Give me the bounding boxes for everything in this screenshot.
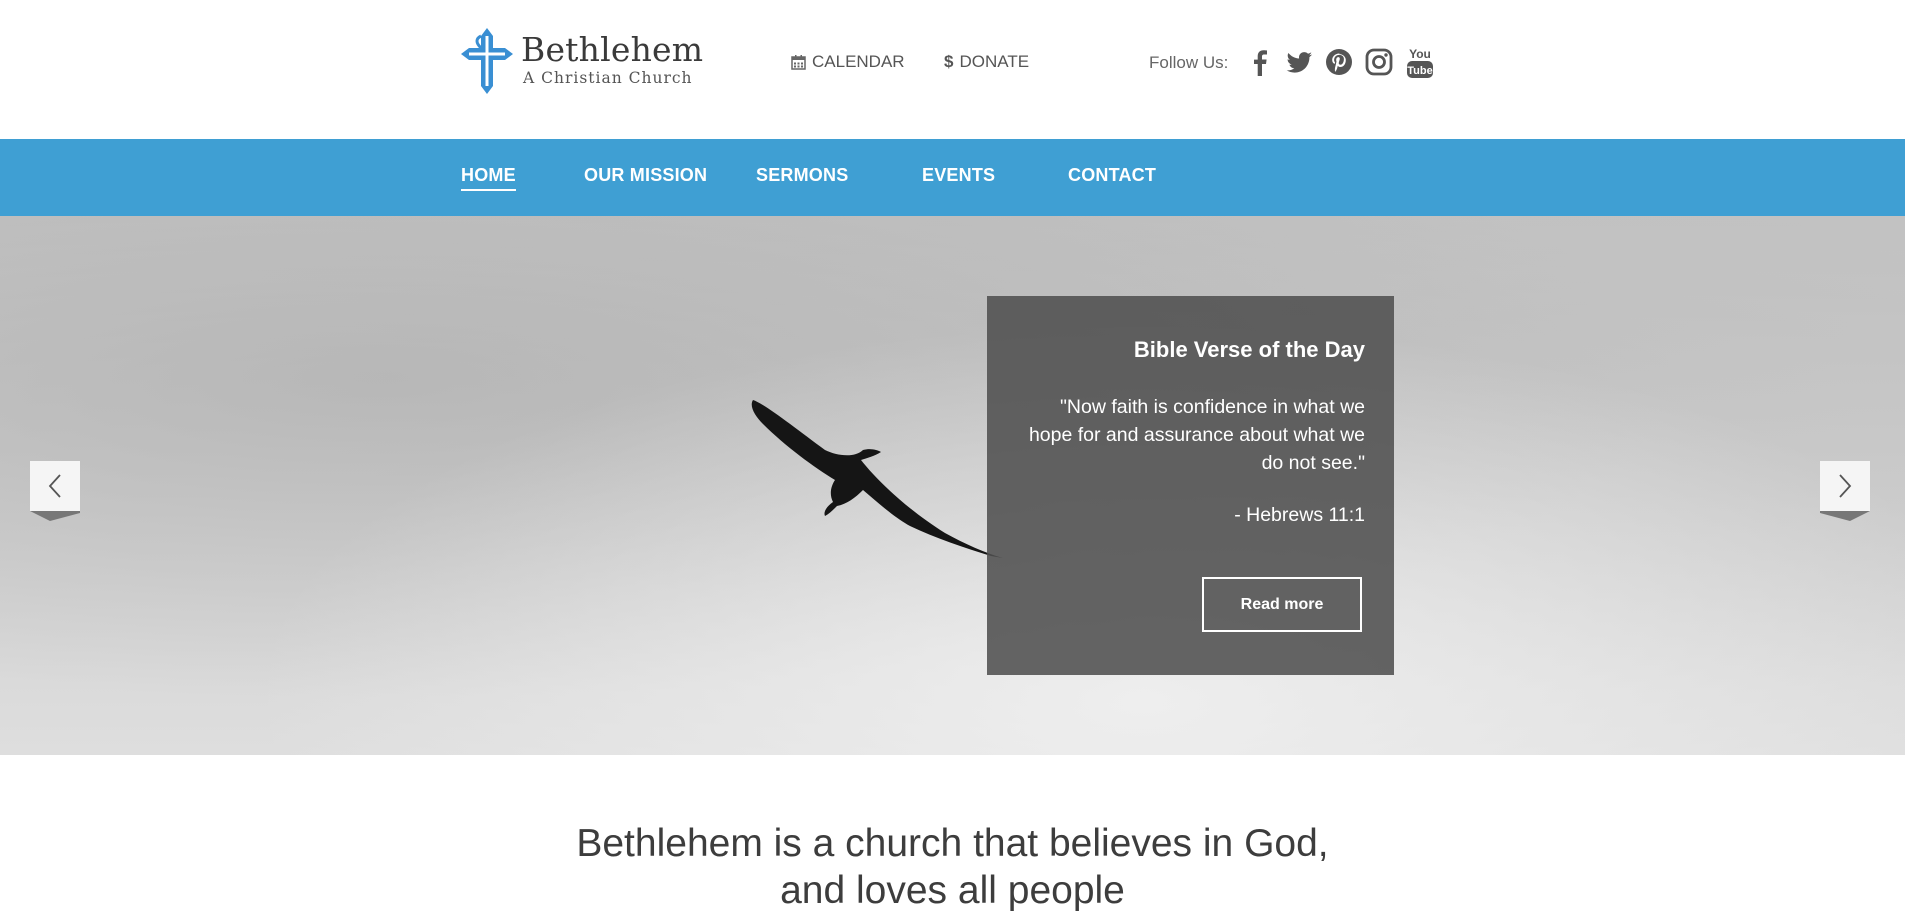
pinterest-icon[interactable]: [1324, 47, 1354, 77]
twitter-icon[interactable]: [1284, 47, 1314, 77]
facebook-icon[interactable]: [1245, 47, 1275, 77]
nav-item-events[interactable]: EVENTS: [922, 165, 995, 186]
donate-label: DONATE: [959, 52, 1030, 71]
slider-prev-button[interactable]: [30, 461, 80, 521]
arrow-shadow-icon: [30, 511, 80, 521]
intro-heading: Bethlehem is a church that believes in G…: [0, 820, 1905, 914]
calendar-icon: [791, 55, 806, 70]
chevron-left-icon: [48, 474, 61, 498]
main-nav: HOME OUR MISSION SERMONS EVENTS CONTACT: [0, 139, 1905, 216]
follow-us-label: Follow Us:: [1149, 53, 1229, 72]
calendar-label: CALENDAR: [812, 52, 905, 71]
intro-line-1: Bethlehem is a church that believes in G…: [576, 822, 1329, 865]
verse-title: Bible Verse of the Day: [1133, 337, 1365, 362]
brand-tagline: A Christian Church: [523, 69, 693, 87]
verse-text: "Now faith is confidence in what we hope…: [1028, 396, 1365, 474]
cross-logo-icon: [461, 28, 513, 94]
brand-name: Bethlehem: [521, 30, 704, 69]
verse-of-the-day-panel: Bible Verse of the Day "Now faith is con…: [987, 296, 1394, 675]
bird-image: [751, 400, 1003, 558]
youtube-bottom-text: Tube: [1407, 65, 1432, 77]
nav-item-contact[interactable]: CONTACT: [1068, 165, 1156, 186]
arrow-shadow-icon: [1820, 511, 1870, 521]
site-header: Bethlehem A Christian Church CALENDAR $ …: [0, 0, 1905, 139]
nav-item-sermons[interactable]: SERMONS: [756, 165, 848, 186]
hero-slider: Bible Verse of the Day "Now faith is con…: [0, 216, 1905, 755]
nav-item-our-mission[interactable]: OUR MISSION: [584, 165, 707, 186]
chevron-right-icon: [1839, 474, 1852, 498]
nav-item-home[interactable]: HOME: [461, 165, 516, 191]
dollar-icon: $: [944, 52, 954, 71]
slider-next-button[interactable]: [1820, 461, 1870, 521]
read-more-button[interactable]: Read more: [1202, 577, 1362, 632]
donate-link[interactable]: $ DONATE: [944, 52, 1029, 72]
verse-reference: - Hebrews 11:1: [1234, 504, 1365, 526]
site-logo[interactable]: Bethlehem A Christian Church: [459, 26, 703, 96]
youtube-top-text: You: [1409, 47, 1431, 61]
instagram-icon[interactable]: [1364, 47, 1394, 77]
youtube-icon[interactable]: You Tube: [1404, 45, 1436, 81]
calendar-link[interactable]: CALENDAR: [791, 52, 905, 72]
intro-line-2: and loves all people: [780, 869, 1125, 912]
